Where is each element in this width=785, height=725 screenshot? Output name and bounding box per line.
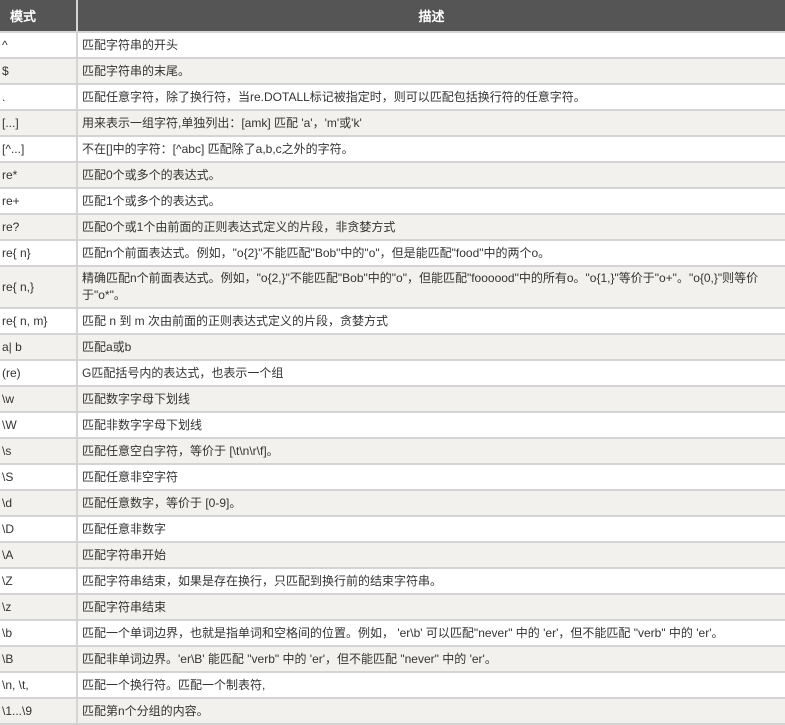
pattern-cell: re? (0, 213, 78, 241)
header-description: 描述 (76, 0, 785, 33)
description-cell: 匹配a或b (76, 333, 785, 361)
table-row: . 匹配任意字符，除了换行符，当re.DOTALL标记被指定时，则可以匹配包括换行… (0, 83, 785, 111)
table-row: [^...] 不在[]中的字符：[^abc] 匹配除了a,b,c之外的字符。 (0, 135, 785, 163)
description-cell: 匹配0个或多个的表达式。 (76, 161, 785, 189)
table-row: (re) G匹配括号内的表达式，也表示一个组 (0, 359, 785, 387)
table-row: \w 匹配数字字母下划线 (0, 385, 785, 413)
table-row: \n, \t, 匹配一个换行符。匹配一个制表符, (0, 671, 785, 699)
table-row: \W 匹配非数字字母下划线 (0, 411, 785, 439)
description-cell: 匹配字符串开始 (76, 541, 785, 569)
description-cell: 匹配非单词边界。'er\B' 能匹配 "verb" 中的 'er'，但不能匹配 … (76, 645, 785, 673)
description-cell: 匹配非数字字母下划线 (76, 411, 785, 439)
description-cell: 匹配0个或1个由前面的正则表达式定义的片段，非贪婪方式 (76, 213, 785, 241)
table-row: \s 匹配任意空白字符，等价于 [\t\n\r\f]。 (0, 437, 785, 465)
pattern-cell: ^ (0, 31, 78, 59)
description-cell: 不在[]中的字符：[^abc] 匹配除了a,b,c之外的字符。 (76, 135, 785, 163)
pattern-cell: \n, \t, (0, 671, 78, 699)
header-pattern: 模式 (0, 0, 78, 33)
pattern-cell: \w (0, 385, 78, 413)
pattern-cell: [...] (0, 109, 78, 137)
description-cell: G匹配括号内的表达式，也表示一个组 (76, 359, 785, 387)
pattern-cell: \B (0, 645, 78, 673)
table-row: \D 匹配任意非数字 (0, 515, 785, 543)
table-row: re{ n,} 精确匹配n个前面表达式。例如，"o{2,}"不能匹配"Bob"中的… (0, 265, 785, 309)
table-row: \Z 匹配字符串结束，如果是存在换行，只匹配到换行前的结束字符串。 (0, 567, 785, 595)
description-cell: 匹配数字字母下划线 (76, 385, 785, 413)
pattern-cell: \1...\9 (0, 697, 78, 725)
table-row: \d 匹配任意数字，等价于 [0-9]。 (0, 489, 785, 517)
table-row: a| b 匹配a或b (0, 333, 785, 361)
description-cell: 匹配任意非数字 (76, 515, 785, 543)
description-cell: 匹配任意数字，等价于 [0-9]。 (76, 489, 785, 517)
pattern-cell: \W (0, 411, 78, 439)
description-cell: 匹配第n个分组的内容。 (76, 697, 785, 725)
table-row: $ 匹配字符串的末尾。 (0, 57, 785, 85)
table-row: \z 匹配字符串结束 (0, 593, 785, 621)
table-row: re* 匹配0个或多个的表达式。 (0, 161, 785, 189)
pattern-cell: . (0, 83, 78, 111)
pattern-cell: \D (0, 515, 78, 543)
description-cell: 用来表示一组字符,单独列出：[amk] 匹配 'a'，'m'或'k' (76, 109, 785, 137)
description-cell: 匹配任意空白字符，等价于 [\t\n\r\f]。 (76, 437, 785, 465)
table-row: ^ 匹配字符串的开头 (0, 31, 785, 59)
pattern-cell: re{ n} (0, 239, 78, 267)
description-cell: 匹配字符串结束 (76, 593, 785, 621)
table-body: ^ 匹配字符串的开头 $ 匹配字符串的末尾。. 匹配任意字符，除了换行符，当re.DOT… (0, 31, 785, 725)
pattern-cell: \S (0, 463, 78, 491)
pattern-cell: a| b (0, 333, 78, 361)
description-cell: 匹配一个换行符。匹配一个制表符, (76, 671, 785, 699)
table-row: \1...\9 匹配第n个分组的内容。 (0, 697, 785, 725)
table-header-row: 模式 描述 (0, 0, 785, 33)
description-cell: 匹配任意非空字符 (76, 463, 785, 491)
description-cell: 匹配一个单词边界，也就是指单词和空格间的位置。例如， 'er\b' 可以匹配"n… (76, 619, 785, 647)
pattern-cell: \b (0, 619, 78, 647)
pattern-cell: re+ (0, 187, 78, 215)
pattern-cell: \d (0, 489, 78, 517)
description-cell: 匹配 n 到 m 次由前面的正则表达式定义的片段，贪婪方式 (76, 307, 785, 335)
pattern-cell: re* (0, 161, 78, 189)
table-row: \S 匹配任意非空字符 (0, 463, 785, 491)
pattern-cell: (re) (0, 359, 78, 387)
table-row: re+ 匹配1个或多个的表达式。 (0, 187, 785, 215)
description-cell: 匹配字符串的末尾。 (76, 57, 785, 85)
table-row: \B 匹配非单词边界。'er\B' 能匹配 "verb" 中的 'er'，但不能匹… (0, 645, 785, 673)
pattern-cell: \A (0, 541, 78, 569)
pattern-cell: re{ n,} (0, 265, 78, 309)
pattern-cell: \z (0, 593, 78, 621)
regex-pattern-table: 模式 描述 ^ 匹配字符串的开头 $ 匹配字符串的末尾。. 匹配任意字符，除了换行符，当… (0, 0, 785, 725)
pattern-cell: re{ n, m} (0, 307, 78, 335)
table-row: [...] 用来表示一组字符,单独列出：[amk] 匹配 'a'，'m'或'k' (0, 109, 785, 137)
table-row: re{ n, m} 匹配 n 到 m 次由前面的正则表达式定义的片段，贪婪方式 (0, 307, 785, 335)
pattern-cell: $ (0, 57, 78, 85)
table-row: re? 匹配0个或1个由前面的正则表达式定义的片段，非贪婪方式 (0, 213, 785, 241)
description-cell: 匹配1个或多个的表达式。 (76, 187, 785, 215)
description-cell: 精确匹配n个前面表达式。例如，"o{2,}"不能匹配"Bob"中的"o"，但能匹… (76, 265, 785, 309)
pattern-cell: [^...] (0, 135, 78, 163)
table-row: \A 匹配字符串开始 (0, 541, 785, 569)
table-row: \b 匹配一个单词边界，也就是指单词和空格间的位置。例如， 'er\b' 可以匹配… (0, 619, 785, 647)
description-cell: 匹配n个前面表达式。例如，"o{2}"不能匹配"Bob"中的"o"，但是能匹配"… (76, 239, 785, 267)
description-cell: 匹配字符串的开头 (76, 31, 785, 59)
pattern-cell: \s (0, 437, 78, 465)
table-row: re{ n} 匹配n个前面表达式。例如，"o{2}"不能匹配"Bob"中的"o"，… (0, 239, 785, 267)
description-cell: 匹配字符串结束，如果是存在换行，只匹配到换行前的结束字符串。 (76, 567, 785, 595)
description-cell: 匹配任意字符，除了换行符，当re.DOTALL标记被指定时，则可以匹配包括换行符… (76, 83, 785, 111)
pattern-cell: \Z (0, 567, 78, 595)
